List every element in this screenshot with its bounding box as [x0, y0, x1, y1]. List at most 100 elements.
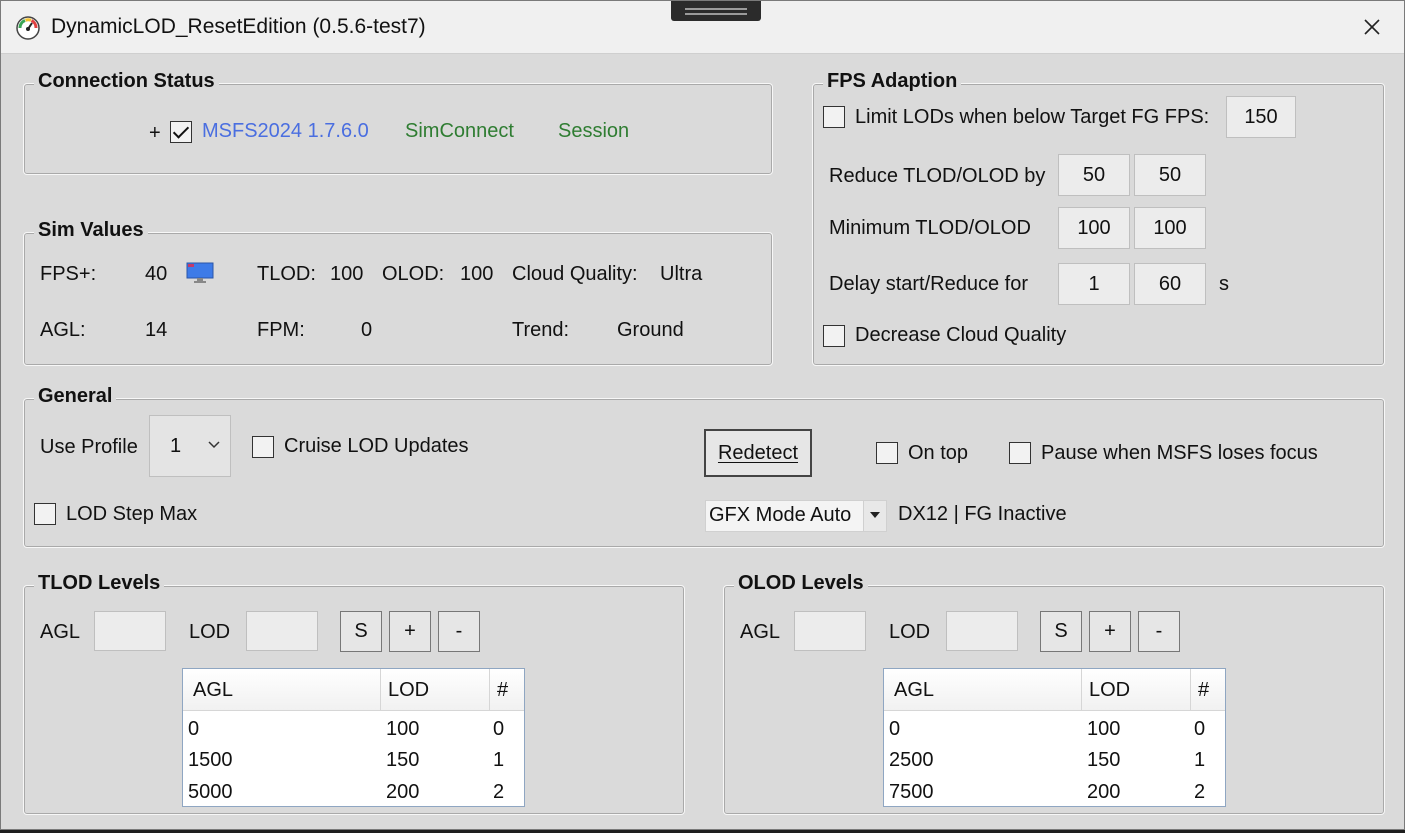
fps-label: FPS+:: [40, 263, 97, 285]
cell-agl: 0: [188, 718, 200, 740]
agl-label: AGL:: [40, 319, 86, 341]
on-top-checkbox[interactable]: [876, 442, 898, 464]
cruise-lod-label: Cruise LOD Updates: [284, 435, 469, 457]
cell-index: 1: [493, 749, 505, 771]
olod-add-button[interactable]: +: [1089, 611, 1131, 652]
drag-handle[interactable]: [671, 1, 761, 21]
olod-lod-label: LOD: [889, 621, 931, 643]
fpm-label: FPM:: [257, 319, 305, 341]
olod-agl-label: AGL: [740, 621, 781, 643]
connection-status-group: Connection Status + MSFS2024 1.7.6.0 Sim…: [23, 70, 773, 175]
cell-index: 2: [1194, 781, 1206, 803]
cell-index: 0: [493, 718, 505, 740]
limit-lods-label: Limit LODs when below Target FG FPS:: [855, 106, 1210, 128]
tlod-label: TLOD:: [257, 263, 316, 285]
tlod-remove-button[interactable]: -: [438, 611, 480, 652]
tlod-table-header: AGL LOD #: [183, 669, 524, 711]
lod-step-max-label: LOD Step Max: [66, 503, 198, 525]
cell-agl: 2500: [889, 749, 934, 771]
agl-value: 14: [145, 319, 168, 341]
cell-index: 1: [1194, 749, 1206, 771]
sim-values-legend: Sim Values: [34, 219, 148, 242]
close-icon[interactable]: [1354, 11, 1390, 43]
gfx-status-text: DX12 | FG Inactive: [898, 503, 1067, 525]
chevron-down-icon: [208, 441, 220, 449]
tlod-lod-label: LOD: [189, 621, 231, 643]
connection-prefix: +: [149, 122, 161, 144]
column-divider[interactable]: [1190, 669, 1191, 710]
gfx-mode-select[interactable]: GFX Mode Auto: [705, 500, 887, 532]
limit-lods-checkbox[interactable]: [823, 106, 845, 128]
cell-agl: 7500: [889, 781, 934, 803]
profile-select[interactable]: 1: [149, 415, 231, 477]
olod-agl-input[interactable]: [794, 611, 866, 651]
reduce-for-input[interactable]: 60: [1134, 263, 1206, 305]
cell-lod: 150: [386, 749, 420, 771]
sim-values-group: Sim Values FPS+: 40 TLOD: 100 OLOD: 100 …: [23, 219, 773, 366]
connection-status-legend: Connection Status: [34, 70, 219, 93]
general-group: General Use Profile 1 Cruise LOD Updates…: [23, 385, 1385, 548]
trend-value: Ground: [617, 319, 684, 341]
monitor-icon: [186, 262, 214, 283]
tlod-agl-label: AGL: [40, 621, 81, 643]
cell-index: 2: [493, 781, 505, 803]
cell-agl: 5000: [188, 781, 233, 803]
cruise-lod-checkbox[interactable]: [252, 436, 274, 458]
cell-lod: 200: [386, 781, 420, 803]
tlod-col-agl[interactable]: AGL: [193, 679, 233, 702]
decrease-cloud-checkbox[interactable]: [823, 325, 845, 347]
cell-lod: 100: [1087, 718, 1121, 740]
on-top-label: On top: [908, 442, 969, 464]
delay-start-input[interactable]: 1: [1058, 263, 1130, 305]
decrease-cloud-label: Decrease Cloud Quality: [855, 324, 1067, 346]
tlod-agl-input[interactable]: [94, 611, 166, 651]
tlod-col-index[interactable]: #: [497, 679, 508, 702]
tlod-levels-group: TLOD Levels AGL LOD S + - AGL LOD # 0 1 0…: [23, 572, 685, 815]
delay-label: Delay start/Reduce for: [829, 273, 1028, 295]
general-legend: General: [34, 385, 117, 408]
minimum-olod-input[interactable]: 100: [1134, 207, 1206, 249]
olod-col-index[interactable]: #: [1198, 679, 1209, 702]
cell-lod: 200: [1087, 781, 1121, 803]
session-status: Session: [558, 120, 630, 142]
fps-adaption-legend: FPS Adaption: [823, 70, 962, 93]
simconnect-status: SimConnect: [405, 120, 514, 142]
target-fps-input[interactable]: 150: [1226, 96, 1296, 138]
cell-agl: 0: [889, 718, 901, 740]
olod-remove-button[interactable]: -: [1138, 611, 1180, 652]
profile-select-value: 1: [170, 434, 182, 457]
lod-step-max-checkbox[interactable]: [34, 503, 56, 525]
fpm-value: 0: [361, 319, 373, 341]
use-profile-label: Use Profile: [40, 436, 138, 458]
olod-table[interactable]: AGL LOD # 0 100 0 2500 150 1 7500 200 2: [883, 668, 1226, 807]
cell-lod: 150: [1087, 749, 1121, 771]
cloud-quality-label: Cloud Quality:: [512, 263, 638, 285]
reduce-label: Reduce TLOD/OLOD by: [829, 165, 1046, 187]
olod-col-lod[interactable]: LOD: [1089, 679, 1130, 702]
tlod-value: 100: [330, 263, 364, 285]
minimum-tlod-input[interactable]: 100: [1058, 207, 1130, 249]
olod-set-button[interactable]: S: [1040, 611, 1082, 652]
tlod-lod-input[interactable]: [246, 611, 318, 651]
gauge-icon: [16, 16, 40, 40]
column-divider[interactable]: [380, 669, 381, 710]
tlod-table[interactable]: AGL LOD # 0 100 0 1500 150 1 5000 200 2: [182, 668, 525, 807]
tlod-set-button[interactable]: S: [340, 611, 382, 652]
gfx-mode-dropdown-button[interactable]: [863, 501, 886, 531]
tlod-col-lod[interactable]: LOD: [388, 679, 429, 702]
reduce-olod-input[interactable]: 50: [1134, 154, 1206, 196]
tlod-levels-legend: TLOD Levels: [34, 572, 165, 595]
sim-connected-checkbox[interactable]: [170, 121, 192, 143]
pause-focus-label: Pause when MSFS loses focus: [1041, 442, 1318, 464]
olod-col-agl[interactable]: AGL: [894, 679, 934, 702]
redetect-button[interactable]: Redetect: [704, 429, 812, 477]
cloud-quality-value: Ultra: [660, 263, 703, 285]
caret-down-icon: [870, 512, 880, 518]
column-divider[interactable]: [1081, 669, 1082, 710]
redetect-button-label: Redetect: [717, 441, 799, 464]
olod-lod-input[interactable]: [946, 611, 1018, 651]
reduce-tlod-input[interactable]: 50: [1058, 154, 1130, 196]
tlod-add-button[interactable]: +: [389, 611, 431, 652]
pause-focus-checkbox[interactable]: [1009, 442, 1031, 464]
column-divider[interactable]: [489, 669, 490, 710]
